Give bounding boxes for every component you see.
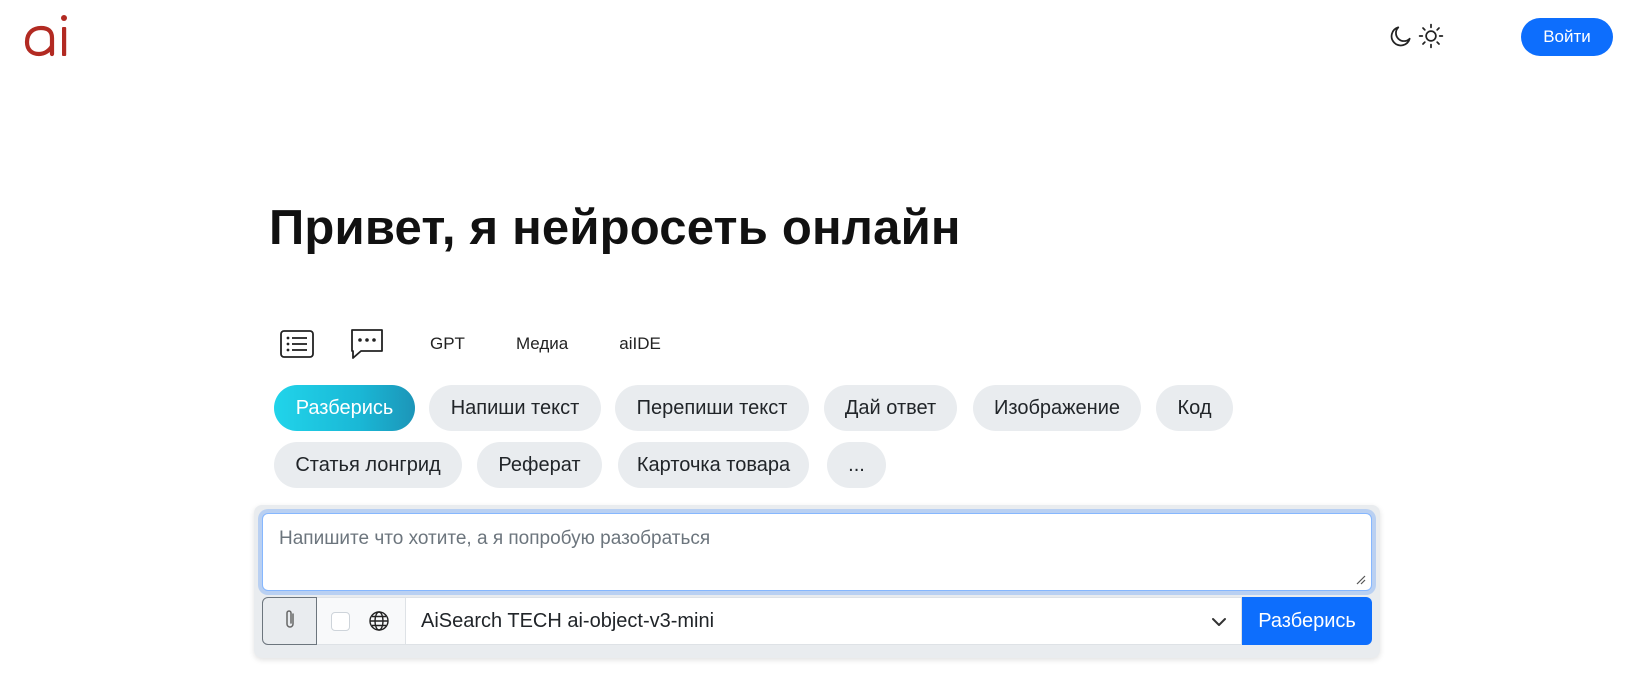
mode-tabs: GPT Медиа aiIDE: [280, 322, 661, 366]
web-search-checkbox[interactable]: [331, 611, 351, 631]
resize-handle-icon[interactable]: [1356, 575, 1366, 585]
paperclip-icon: [283, 608, 297, 635]
logo[interactable]: [22, 12, 72, 62]
sun-icon[interactable]: [1417, 22, 1445, 50]
page-title: Привет, я нейросеть онлайн: [269, 201, 961, 255]
list-icon[interactable]: [279, 326, 315, 362]
tab-media[interactable]: Медиа: [516, 334, 568, 354]
globe-icon[interactable]: [367, 609, 391, 633]
chip-product-card[interactable]: Карточка товара: [618, 442, 809, 488]
model-select[interactable]: AiSearch TECH ai-object-v3-mini: [405, 597, 1242, 645]
chip-longread[interactable]: Статья лонгрид: [274, 442, 462, 488]
chip-write-text[interactable]: Напиши текст: [429, 385, 601, 431]
composer: AiSearch TECH ai-object-v3-mini Разберис…: [254, 505, 1380, 658]
chip-essay[interactable]: Реферат: [477, 442, 602, 488]
composer-options: [317, 597, 405, 645]
model-select-value: AiSearch TECH ai-object-v3-mini: [421, 609, 715, 632]
submit-button[interactable]: Разберись: [1242, 597, 1372, 645]
chip-give-answer[interactable]: Дай ответ: [824, 385, 957, 431]
chip-razberis[interactable]: Разберись: [274, 385, 415, 431]
composer-toolbar: AiSearch TECH ai-object-v3-mini Разберис…: [262, 597, 1372, 645]
tab-aiide[interactable]: aiIDE: [619, 334, 661, 354]
tab-gpt[interactable]: GPT: [430, 334, 465, 354]
login-button[interactable]: Войти: [1521, 18, 1613, 56]
attach-button[interactable]: [262, 597, 317, 645]
chevron-down-icon: [1211, 610, 1227, 633]
chip-code[interactable]: Код: [1156, 385, 1233, 431]
chip-image[interactable]: Изображение: [973, 385, 1141, 431]
moon-icon[interactable]: [1387, 22, 1415, 50]
chip-rewrite-text[interactable]: Перепиши текст: [615, 385, 809, 431]
chat-icon[interactable]: [349, 326, 385, 362]
prompt-input[interactable]: [262, 513, 1372, 591]
chip-more[interactable]: ...: [827, 442, 886, 488]
